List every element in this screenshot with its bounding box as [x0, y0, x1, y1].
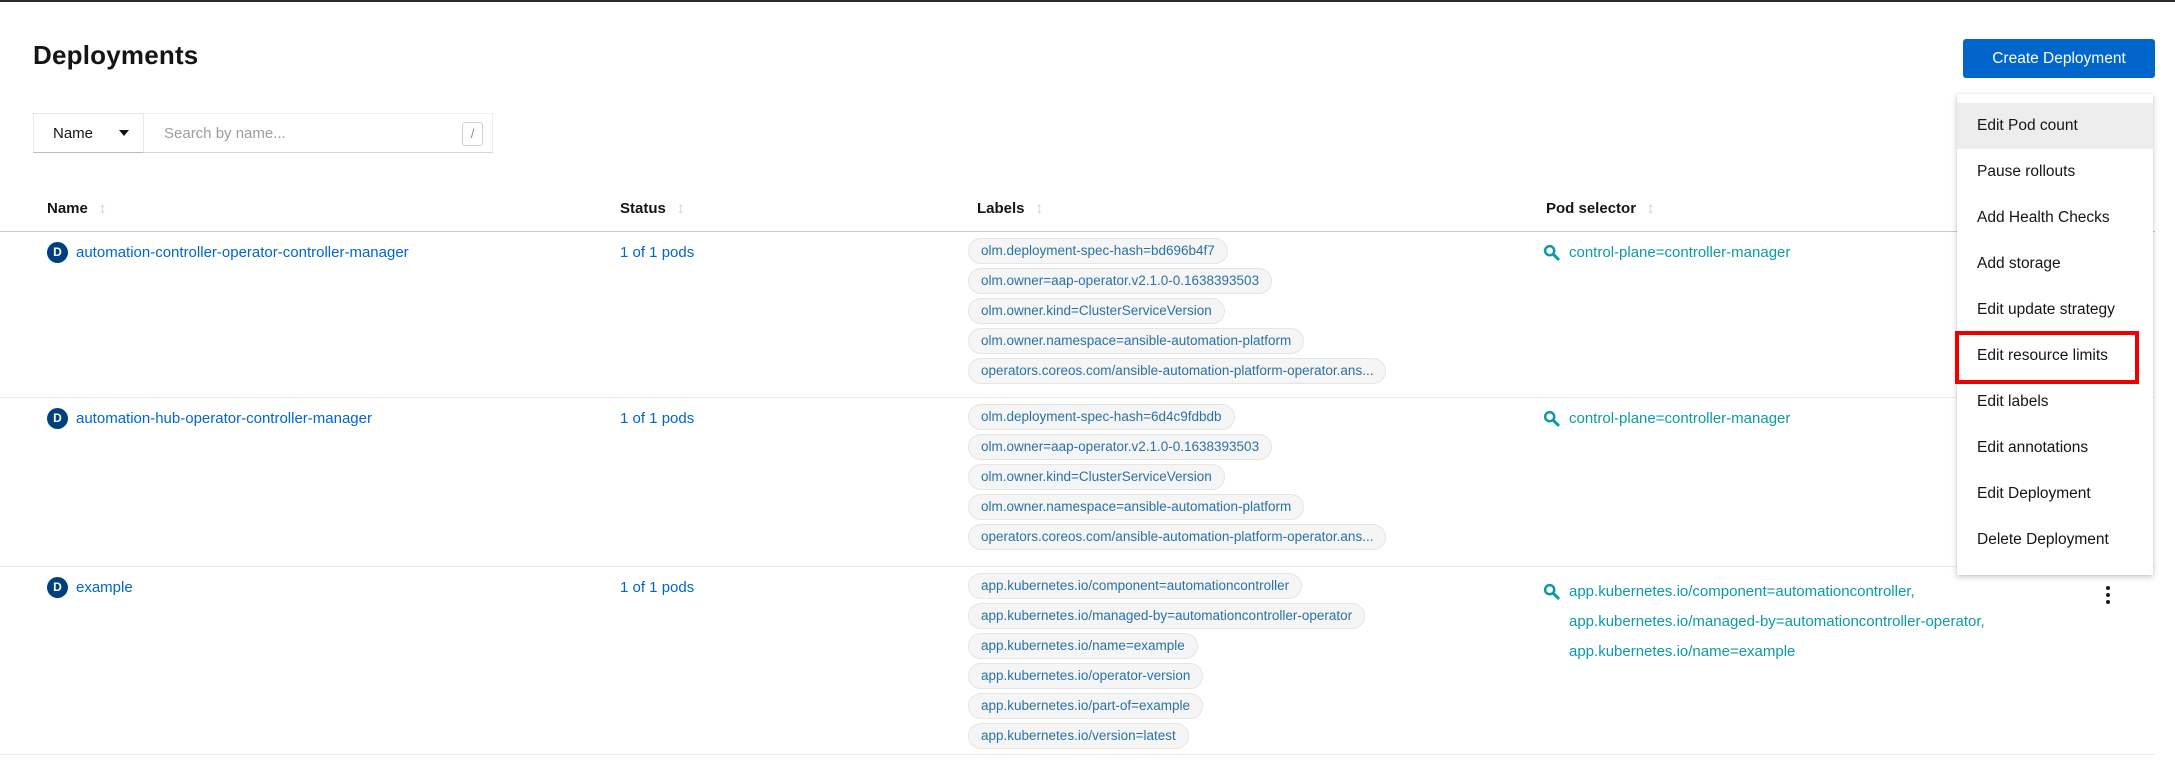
label-chip[interactable]: app.kubernetes.io/operator-version — [968, 663, 1203, 689]
column-header-labels[interactable]: Labels ↕ — [968, 200, 1543, 217]
menu-item-edit-pod-count[interactable]: Edit Pod count — [1957, 103, 2153, 149]
label-chip[interactable]: olm.owner.kind=ClusterServiceVersion — [968, 464, 1225, 490]
table-row: Dexample1 of 1 podsapp.kubernetes.io/com… — [0, 567, 2155, 755]
menu-item-edit-annotations[interactable]: Edit annotations — [1957, 425, 2153, 471]
label-chip[interactable]: olm.owner=aap-operator.v2.1.0-0.16383935… — [968, 434, 1272, 460]
label-chip[interactable]: olm.deployment-spec-hash=6d4c9fdbdb — [968, 404, 1235, 430]
menu-item-add-storage[interactable]: Add storage — [1957, 241, 2153, 287]
pods-status-link[interactable]: 1 of 1 pods — [620, 410, 694, 427]
menu-item-pause-rollouts[interactable]: Pause rollouts — [1957, 149, 2153, 195]
label-chip[interactable]: app.kubernetes.io/version=latest — [968, 723, 1189, 749]
sort-icon: ↕ — [1647, 200, 1655, 217]
pods-status-link[interactable]: 1 of 1 pods — [620, 579, 694, 596]
table-header-row: Name ↕ Status ↕ Labels ↕ Pod selector ↕ — [0, 186, 2155, 232]
menu-item-edit-resource-limits[interactable]: Edit resource limits — [1957, 333, 2153, 379]
labels-cell: olm.deployment-spec-hash=6d4c9fdbdb olm.o… — [968, 398, 1543, 566]
menu-item-edit-update-strategy[interactable]: Edit update strategy — [1957, 287, 2153, 333]
pod-selector-link[interactable]: app.kubernetes.io/component=automationco… — [1569, 577, 2155, 607]
kebab-menu-icon[interactable] — [2100, 582, 2116, 608]
deployment-name-cell: Dautomation-controller-operator-controll… — [47, 232, 620, 397]
search-field-wrap: / — [144, 113, 493, 153]
filter-type-label: Name — [53, 125, 93, 142]
slash-shortcut-badge: / — [462, 122, 483, 146]
deployment-resource-badge: D — [47, 242, 68, 263]
sort-icon: ↕ — [1036, 200, 1044, 217]
labels-cell: app.kubernetes.io/component=automationco… — [968, 567, 1543, 754]
menu-item-delete-deployment[interactable]: Delete Deployment — [1957, 517, 2153, 563]
search-icon — [1543, 583, 1560, 605]
label-chip[interactable]: app.kubernetes.io/managed-by=automationc… — [968, 603, 1365, 629]
status-cell: 1 of 1 pods — [620, 232, 968, 397]
column-header-name[interactable]: Name ↕ — [47, 200, 620, 217]
pod-selector-link[interactable]: app.kubernetes.io/name=example — [1569, 637, 2155, 667]
status-cell: 1 of 1 pods — [620, 567, 968, 754]
label-chip[interactable]: olm.owner.namespace=ansible-automation-p… — [968, 328, 1304, 354]
status-cell: 1 of 1 pods — [620, 398, 968, 566]
label-chip[interactable]: app.kubernetes.io/component=automationco… — [968, 573, 1302, 599]
create-deployment-button[interactable]: Create Deployment — [1963, 39, 2155, 78]
menu-item-add-health-checks[interactable]: Add Health Checks — [1957, 195, 2153, 241]
deployment-name-link[interactable]: automation-hub-operator-controller-manag… — [76, 408, 372, 430]
label-chip[interactable]: operators.coreos.com/ansible-automation-… — [968, 358, 1386, 384]
column-header-status[interactable]: Status ↕ — [620, 200, 968, 217]
deployment-resource-badge: D — [47, 408, 68, 429]
label-chip[interactable]: olm.owner=aap-operator.v2.1.0-0.16383935… — [968, 268, 1272, 294]
pod-selector-cell: app.kubernetes.io/component=automationco… — [1543, 567, 2155, 754]
label-chip[interactable]: app.kubernetes.io/name=example — [968, 633, 1198, 659]
deployments-page: Deployments Create Deployment Name / Nam… — [0, 0, 2175, 765]
sort-icon: ↕ — [99, 200, 107, 217]
deployment-resource-badge: D — [47, 577, 68, 598]
label-chip[interactable]: app.kubernetes.io/part-of=example — [968, 693, 1203, 719]
search-icon — [1543, 410, 1560, 432]
search-icon — [1543, 244, 1560, 266]
search-input[interactable] — [144, 114, 492, 152]
menu-item-edit-labels[interactable]: Edit labels — [1957, 379, 2153, 425]
filter-type-dropdown[interactable]: Name — [33, 113, 144, 153]
label-chip[interactable]: olm.owner.namespace=ansible-automation-p… — [968, 494, 1304, 520]
sort-icon: ↕ — [677, 200, 685, 217]
label-chip[interactable]: operators.coreos.com/ansible-automation-… — [968, 524, 1386, 550]
page-title: Deployments — [33, 40, 198, 71]
deployment-actions-menu: Edit Pod countPause rolloutsAdd Health C… — [1957, 94, 2153, 575]
table-row: Dautomation-controller-operator-controll… — [0, 232, 2155, 398]
label-chip[interactable]: olm.owner.kind=ClusterServiceVersion — [968, 298, 1225, 324]
filter-toolbar: Name / — [33, 113, 493, 153]
deployment-name-link[interactable]: automation-controller-operator-controlle… — [76, 242, 409, 264]
deployment-name-link[interactable]: example — [76, 577, 133, 599]
masthead-edge — [0, 0, 2175, 2]
deployment-name-cell: Dexample — [47, 567, 620, 754]
chevron-down-icon — [119, 130, 129, 136]
deployment-name-cell: Dautomation-hub-operator-controller-mana… — [47, 398, 620, 566]
pods-status-link[interactable]: 1 of 1 pods — [620, 244, 694, 261]
label-chip[interactable]: olm.deployment-spec-hash=bd696b4f7 — [968, 238, 1228, 264]
labels-cell: olm.deployment-spec-hash=bd696b4f7 olm.ow… — [968, 232, 1543, 397]
table-row: Dautomation-hub-operator-controller-mana… — [0, 398, 2155, 567]
pod-selector-link[interactable]: app.kubernetes.io/managed-by=automationc… — [1569, 607, 2155, 637]
menu-item-edit-deployment[interactable]: Edit Deployment — [1957, 471, 2153, 517]
